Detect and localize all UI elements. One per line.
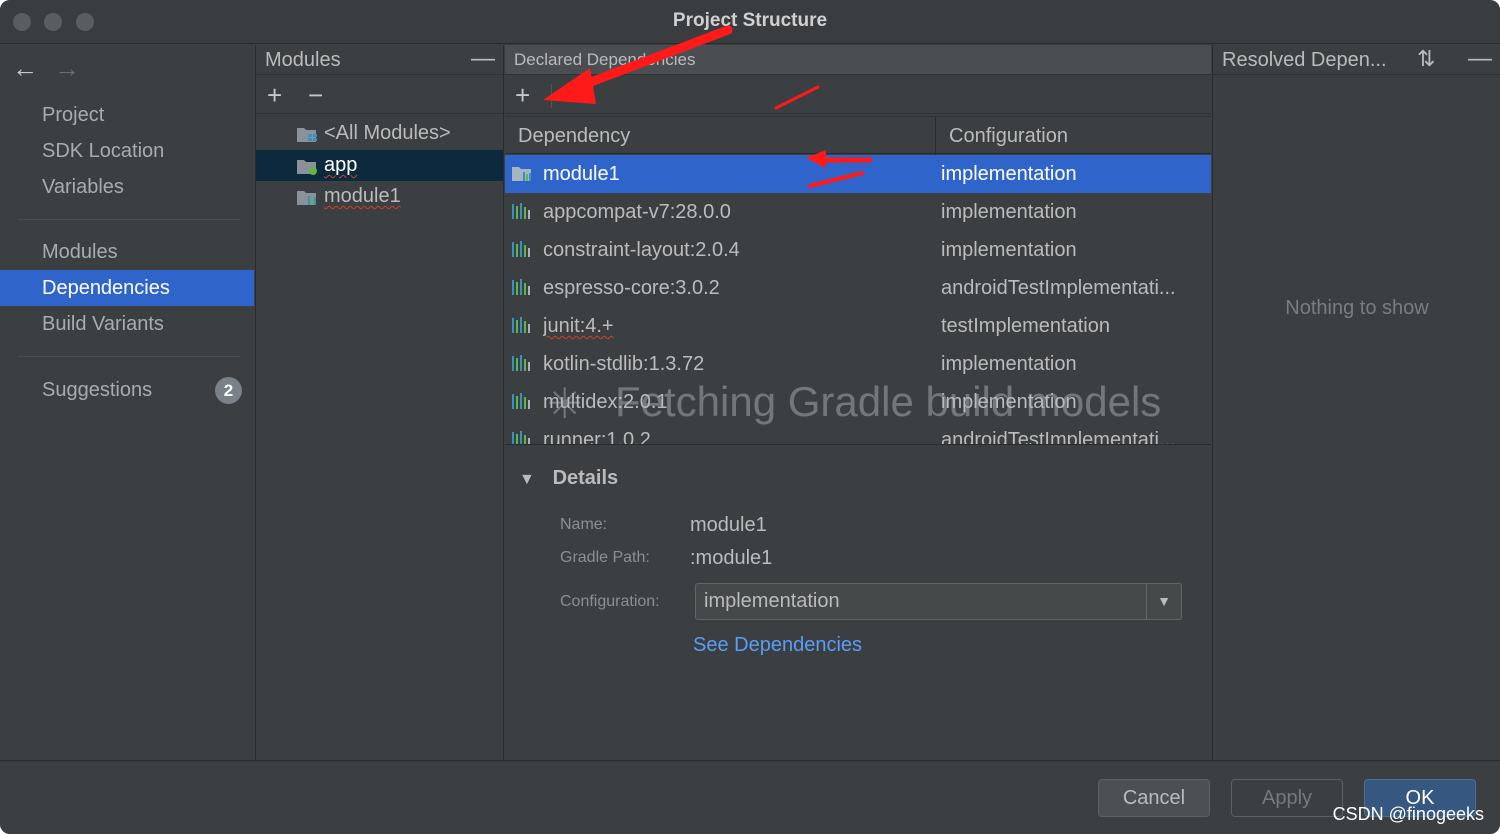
project-structure-dialog: Project Structure ← → Project SDK Locati… — [0, 0, 1500, 834]
resolved-dependencies-header: Resolved Depen... ⇅ — — [1213, 45, 1500, 75]
remove-module-button[interactable]: − — [308, 80, 323, 110]
dependency-configuration: implementation — [941, 163, 1077, 185]
gradle-path-value: :module1 — [690, 547, 773, 569]
all-modules-icon — [297, 128, 317, 142]
toolbar-separator — [551, 84, 552, 108]
library-icon — [512, 241, 530, 257]
left-navigation: ← → Project SDK Location Variables Modul… — [0, 45, 254, 760]
modules-panel-header: Modules — — [256, 45, 503, 75]
table-row[interactable]: junit:4.+ testImplementation — [505, 307, 1211, 345]
table-row[interactable]: constraint-layout:2.0.4 implementation — [505, 231, 1211, 269]
title-bar: Project Structure — [0, 0, 1500, 44]
dependency-name: espresso-core:3.0.2 — [543, 277, 720, 299]
tree-item-all-modules[interactable]: <All Modules> — [256, 118, 503, 149]
collapse-all-icon[interactable]: ⇅ — [1417, 45, 1435, 73]
library-icon — [512, 279, 530, 295]
collapse-panel-icon[interactable]: — — [471, 45, 495, 73]
nav-separator — [18, 356, 240, 357]
tree-item-label: <All Modules> — [324, 122, 451, 144]
watermark-text: CSDN @finogeeks — [1332, 804, 1484, 824]
dependencies-toolbar: + — [505, 76, 1211, 114]
declared-dependencies-title: Declared Dependencies — [514, 50, 696, 69]
dialog-footer: Cancel Apply OK CSDN @finogeeks — [0, 760, 1500, 834]
tree-item-module1[interactable]: module1 — [256, 181, 503, 212]
nav-item-dependencies[interactable]: Dependencies — [0, 270, 254, 306]
tree-item-label: module1 — [324, 185, 401, 207]
dependency-configuration: androidTestImplementati... — [941, 277, 1176, 299]
chevron-down-icon[interactable]: ▼ — [1146, 584, 1181, 619]
empty-state-text: Nothing to show — [1285, 297, 1429, 319]
table-row[interactable]: appcompat-v7:28.0.0 implementation — [505, 193, 1211, 231]
loading-spinner-icon: ✳ — [547, 380, 583, 427]
library-icon — [512, 203, 530, 219]
modules-toolbar: + − — [256, 76, 503, 114]
modules-panel-title: Modules — [265, 49, 341, 71]
dependency-configuration: testImplementation — [941, 315, 1110, 337]
dependencies-table-header: Dependency Configuration — [505, 116, 1211, 155]
details-section-toggle[interactable]: ▼ Details — [519, 467, 618, 490]
nav-item-label: Suggestions — [42, 379, 153, 401]
minimize-panel-icon[interactable]: — — [1468, 45, 1492, 73]
declared-dependencies-header: Declared Dependencies — [505, 45, 1211, 75]
back-arrow-icon[interactable]: ← — [12, 55, 38, 81]
nav-item-variables[interactable]: Variables — [0, 169, 254, 205]
forward-arrow-icon[interactable]: → — [54, 55, 80, 81]
add-module-button[interactable]: + — [267, 80, 282, 110]
dependency-name: module1 — [543, 163, 620, 185]
tree-item-label: app — [324, 154, 358, 176]
cancel-button[interactable]: Cancel — [1098, 779, 1210, 817]
apply-button[interactable]: Apply — [1231, 779, 1343, 817]
library-module-icon — [297, 191, 316, 205]
dependency-name: appcompat-v7:28.0.0 — [543, 201, 731, 223]
nav-separator — [18, 219, 240, 220]
library-icon — [512, 393, 530, 409]
configuration-label: Configuration: — [560, 593, 660, 610]
dependency-name: junit:4.+ — [543, 315, 614, 337]
triangle-down-icon: ▼ — [519, 471, 535, 488]
name-value: module1 — [690, 514, 767, 536]
configuration-dropdown-value: implementation — [704, 590, 840, 612]
window-title: Project Structure — [672, 10, 828, 31]
dependency-configuration: implementation — [941, 239, 1077, 261]
module-dependency-icon — [512, 167, 531, 181]
see-dependencies-link[interactable]: See Dependencies — [693, 634, 862, 657]
table-row[interactable]: module1 implementation — [505, 155, 1211, 193]
nav-item-modules[interactable]: Modules — [0, 234, 254, 270]
gradle-path-label: Gradle Path: — [560, 549, 650, 566]
column-header-configuration[interactable]: Configuration — [935, 117, 1211, 155]
declared-dependencies-panel: Declared Dependencies + Dependency Confi… — [505, 45, 1211, 760]
dependency-configuration: implementation — [941, 201, 1077, 223]
loading-overlay-text: Fetching Gradle build models — [615, 378, 1162, 425]
library-icon — [512, 317, 530, 333]
nav-item-build-variants[interactable]: Build Variants — [0, 306, 254, 342]
details-title: Details — [552, 467, 619, 489]
nav-item-suggestions[interactable]: Suggestions 2 — [0, 372, 254, 408]
tree-item-app[interactable]: app — [256, 150, 503, 181]
nav-item-sdk-location[interactable]: SDK Location — [0, 133, 254, 169]
nav-item-project[interactable]: Project — [0, 97, 254, 133]
configuration-dropdown[interactable]: implementation ▼ — [695, 583, 1182, 620]
name-label: Name: — [560, 516, 608, 533]
library-icon — [512, 355, 530, 371]
resolved-dependencies-title: Resolved Depen... — [1222, 49, 1387, 71]
app-module-icon — [297, 160, 317, 175]
suggestions-count-badge: 2 — [215, 377, 242, 404]
details-divider[interactable] — [505, 444, 1211, 445]
library-icon — [512, 431, 530, 445]
dependency-name: constraint-layout:2.0.4 — [543, 239, 740, 261]
resolved-dependencies-panel: Resolved Depen... ⇅ — Nothing to show — [1212, 45, 1500, 760]
modules-panel: Modules — + − <All Modules> app module1 — [255, 45, 504, 760]
column-header-dependency[interactable]: Dependency — [505, 117, 935, 155]
table-row[interactable]: espresso-core:3.0.2 androidTestImplement… — [505, 269, 1211, 307]
add-dependency-button[interactable]: + — [515, 80, 530, 110]
